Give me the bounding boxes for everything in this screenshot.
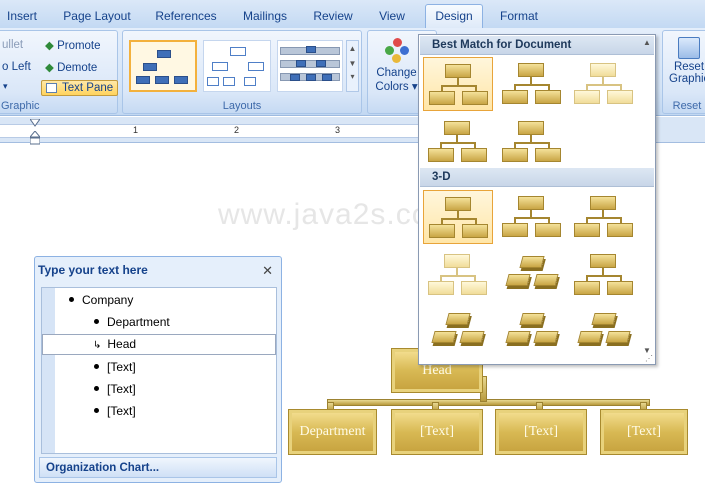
text-pane-button[interactable]: Text Pane	[41, 80, 119, 96]
tab-view[interactable]: View	[370, 5, 414, 27]
change-colors-button[interactable]: Change Colors ▾	[374, 35, 419, 97]
org-node-text-3[interactable]: [Text]	[600, 409, 688, 455]
bullet-icon	[94, 386, 99, 392]
more-icon[interactable]: ▾	[347, 72, 358, 81]
text-pane-title: Type your text here	[38, 263, 148, 277]
change-colors-label-1: Change	[376, 67, 417, 79]
ruler-bar: 1 2 3	[0, 118, 430, 145]
style-option-5[interactable]	[497, 115, 567, 169]
tab-references[interactable]: References	[148, 5, 224, 27]
change-colors-label-2: Colors ▾	[375, 81, 418, 93]
bullet-icon	[94, 319, 99, 325]
demote-arrow-icon: ◆	[45, 62, 54, 74]
layout-dropdown-icon[interactable]: ▾	[3, 81, 8, 92]
tab-format[interactable]: Format	[492, 5, 546, 27]
style-option-2[interactable]	[497, 57, 567, 111]
layout-thumb-hierarchy[interactable]	[203, 40, 271, 92]
reset-label-1: Reset	[673, 61, 705, 73]
create-graphic-group-label: Graphic	[1, 100, 40, 112]
reset-group: Reset Graphic Reset	[662, 30, 705, 114]
scroll-down-icon[interactable]: ▼	[347, 59, 358, 68]
text-pane: Type your text here ✕ Company Department…	[34, 256, 282, 483]
organization-chart-link[interactable]: Organization Chart...	[39, 457, 277, 478]
scroll-up-icon[interactable]: ▲	[347, 44, 358, 53]
org-node-text-2[interactable]: [Text]	[495, 409, 587, 455]
layouts-group: ▲ ▼ ▾ Layouts	[122, 30, 362, 114]
ruler-mark-3: 3	[335, 125, 341, 135]
reset-graphic-icon	[678, 37, 700, 59]
list-item[interactable]: [Text]	[94, 404, 136, 418]
smartart-style-gallery[interactable]: Best Match for Document 3-D ▲ ▼ ⋰	[418, 34, 656, 365]
style-option-11[interactable]	[569, 248, 639, 302]
reset-label-2: Graphic	[669, 73, 705, 85]
style-option-8[interactable]	[569, 190, 639, 244]
add-bullet-button[interactable]: ullet	[2, 39, 23, 51]
style-option-6[interactable]	[423, 190, 493, 244]
assistant-arrow-icon: ↳	[93, 340, 102, 351]
list-item[interactable]: [Text]	[94, 360, 136, 374]
text-pane-strip	[42, 288, 55, 453]
list-item[interactable]: Company	[69, 293, 133, 307]
selected-row-highlight	[42, 334, 276, 355]
ruler-mark-1: 1	[133, 125, 139, 135]
org-node-department[interactable]: Department	[288, 409, 377, 455]
section-header-3d: 3-D	[420, 168, 654, 187]
text-pane-label: Text Pane	[62, 82, 114, 94]
text-pane-list[interactable]: Company Department ↳ Head [Text] [Text] […	[41, 287, 277, 454]
promote-arrow-icon: ◆	[45, 40, 54, 52]
style-option-4[interactable]	[423, 115, 493, 169]
style-option-10[interactable]	[497, 248, 567, 302]
resize-grip-icon[interactable]: ⋰	[645, 354, 653, 363]
text-pane-icon	[46, 82, 57, 93]
style-option-14[interactable]	[569, 305, 639, 359]
style-option-3[interactable]	[569, 57, 639, 111]
palette-icon	[384, 38, 410, 64]
bullet-icon	[69, 297, 74, 303]
hanging-indent-icon[interactable]	[28, 130, 42, 145]
connector-horizontal	[327, 399, 650, 406]
close-icon[interactable]: ✕	[262, 263, 273, 279]
list-item[interactable]: [Text]	[94, 382, 136, 396]
style-option-1[interactable]	[423, 57, 493, 111]
list-item[interactable]: Department	[94, 315, 170, 329]
first-line-indent-icon[interactable]	[29, 118, 41, 127]
tab-page-layout[interactable]: Page Layout	[55, 5, 139, 27]
bullet-icon	[94, 364, 99, 370]
gallery-scrollbar[interactable]: ▲ ▼	[641, 38, 653, 363]
tab-design[interactable]: Design	[425, 4, 483, 29]
layouts-group-label: Layouts	[222, 100, 262, 112]
layout-thumb-labeled-hierarchy[interactable]	[277, 40, 343, 92]
promote-label: Promote	[57, 40, 101, 52]
create-graphic-group: ullet o Left ▾ ◆ Promote ◆ Demote Text P…	[0, 30, 119, 114]
right-to-left-button[interactable]: o Left	[2, 61, 31, 73]
demote-label: Demote	[57, 62, 98, 74]
list-item[interactable]: ↳ Head	[93, 337, 136, 351]
promote-button[interactable]: ◆ Promote	[45, 38, 101, 52]
reset-group-label: Reset	[672, 100, 702, 112]
style-option-13[interactable]	[497, 305, 567, 359]
layout-thumb-org-chart[interactable]	[129, 40, 197, 92]
section-header-best-match: Best Match for Document	[420, 36, 654, 55]
reset-graphic-button[interactable]: Reset Graphic	[669, 35, 705, 85]
ribbon-tab-bar: Insert Page Layout References Mailings R…	[0, 0, 705, 29]
tab-review[interactable]: Review	[306, 5, 360, 27]
org-node-text-1[interactable]: [Text]	[391, 409, 483, 455]
demote-button[interactable]: ◆ Demote	[45, 60, 97, 74]
style-option-7[interactable]	[497, 190, 567, 244]
ruler-mark-2: 2	[234, 125, 240, 135]
tab-insert[interactable]: Insert	[0, 5, 44, 27]
scroll-up-icon[interactable]: ▲	[641, 38, 653, 47]
bullet-icon	[94, 408, 99, 414]
style-option-12[interactable]	[423, 305, 493, 359]
layouts-gallery-scroll[interactable]: ▲ ▼ ▾	[346, 40, 359, 92]
style-option-9[interactable]	[423, 248, 493, 302]
tab-mailings[interactable]: Mailings	[234, 5, 296, 27]
